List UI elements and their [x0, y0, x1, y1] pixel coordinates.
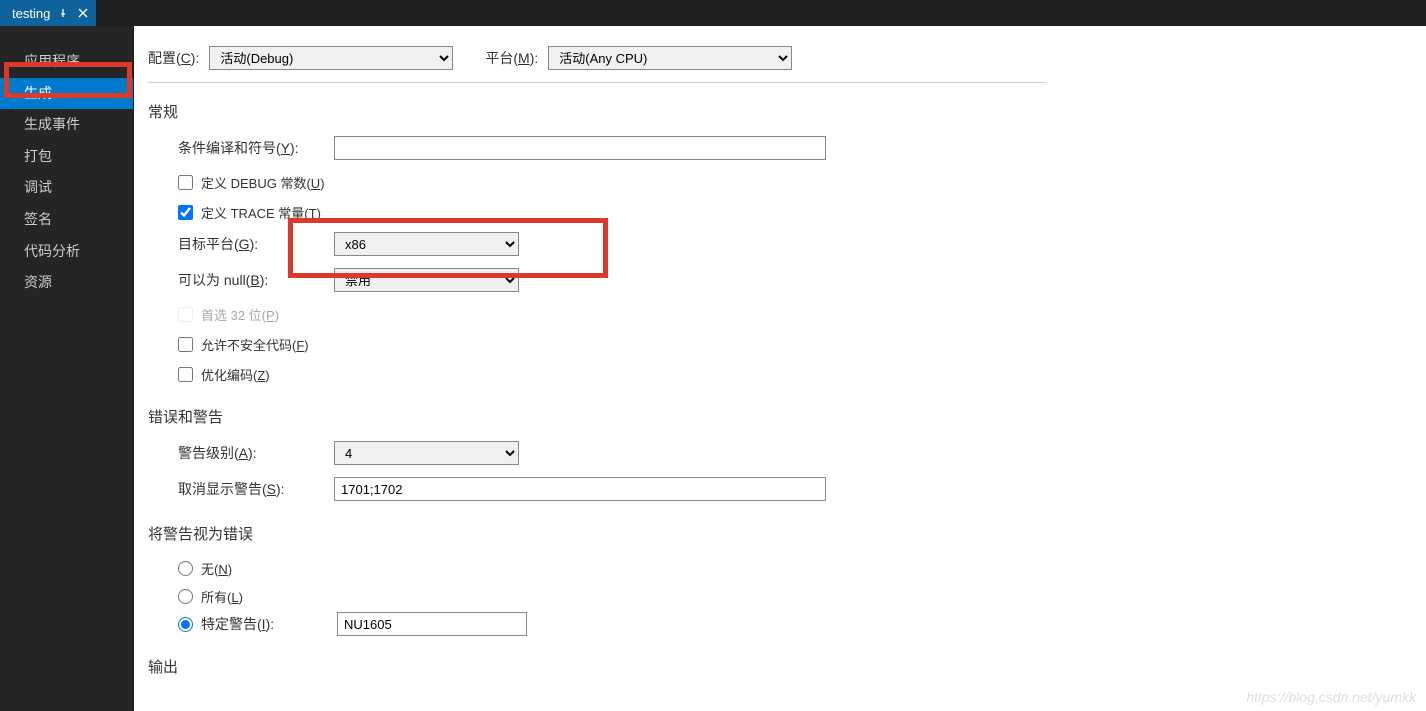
- cond-symbols-label: 条件编译和符号(Y):: [178, 138, 334, 158]
- treat-specific-input[interactable]: [337, 612, 527, 636]
- sidebar: 应用程序 生成 生成事件 打包 调试 签名 代码分析 资源: [0, 26, 134, 711]
- warning-level-label: 警告级别(A):: [178, 443, 334, 463]
- debug-const-checkbox[interactable]: [178, 175, 193, 190]
- target-platform-label: 目标平台(G):: [178, 234, 334, 254]
- suppress-input[interactable]: [334, 477, 826, 501]
- treat-all-radio[interactable]: [178, 589, 193, 604]
- sidebar-item-package[interactable]: 打包: [0, 141, 133, 173]
- unsafe-checkbox[interactable]: [178, 337, 193, 352]
- warning-level-select[interactable]: 4: [334, 441, 519, 465]
- sidebar-item-build[interactable]: 生成: [0, 78, 133, 110]
- debug-const-label: 定义 DEBUG 常数(U): [201, 173, 325, 192]
- treat-all-label: 所有(L): [201, 587, 243, 606]
- section-errors: 错误和警告: [148, 406, 1426, 427]
- optimize-label: 优化编码(Z): [201, 365, 270, 384]
- content: 应用程序 生成 生成事件 打包 调试 签名 代码分析 资源 配置(C): 活动(…: [0, 26, 1426, 711]
- sidebar-item-analysis[interactable]: 代码分析: [0, 236, 133, 268]
- suppress-label: 取消显示警告(S):: [178, 479, 334, 499]
- config-label: 配置(C):: [148, 48, 199, 68]
- section-general: 常规: [148, 101, 1426, 122]
- section-treat: 将警告视为错误: [148, 523, 1426, 544]
- sidebar-item-app[interactable]: 应用程序: [0, 46, 133, 78]
- sidebar-item-sign[interactable]: 签名: [0, 204, 133, 236]
- target-platform-select[interactable]: x86: [334, 232, 519, 256]
- platform-label: 平台(M):: [485, 48, 538, 68]
- watermark: https://blog.csdn.net/yumkk: [1246, 689, 1416, 705]
- sidebar-item-debug[interactable]: 调试: [0, 172, 133, 204]
- section-output: 输出: [148, 656, 1426, 677]
- pin-icon[interactable]: [56, 6, 70, 20]
- close-icon[interactable]: [76, 6, 90, 20]
- tab-testing[interactable]: testing: [0, 0, 96, 26]
- treat-specific-label: 特定警告(I):: [201, 614, 329, 634]
- prefer32-checkbox: [178, 307, 193, 322]
- nullable-select[interactable]: 禁用: [334, 268, 519, 292]
- trace-const-label: 定义 TRACE 常量(T): [201, 203, 321, 222]
- optimize-checkbox[interactable]: [178, 367, 193, 382]
- trace-const-checkbox[interactable]: [178, 205, 193, 220]
- sidebar-item-build-events[interactable]: 生成事件: [0, 109, 133, 141]
- config-select[interactable]: 活动(Debug): [209, 46, 453, 70]
- treat-none-label: 无(N): [201, 559, 232, 578]
- sidebar-item-resources[interactable]: 资源: [0, 267, 133, 299]
- main-panel: 配置(C): 活动(Debug) 平台(M): 活动(Any CPU) 常规 条…: [134, 26, 1426, 711]
- unsafe-label: 允许不安全代码(F): [201, 335, 309, 354]
- config-row: 配置(C): 活动(Debug) 平台(M): 活动(Any CPU): [148, 46, 1046, 83]
- treat-specific-radio[interactable]: [178, 617, 193, 632]
- prefer32-label: 首选 32 位(P): [201, 305, 279, 324]
- tab-title: testing: [12, 6, 50, 21]
- platform-select[interactable]: 活动(Any CPU): [548, 46, 792, 70]
- treat-none-radio[interactable]: [178, 561, 193, 576]
- cond-symbols-input[interactable]: [334, 136, 826, 160]
- nullable-label: 可以为 null(B):: [178, 270, 334, 290]
- tab-bar: testing: [0, 0, 1426, 26]
